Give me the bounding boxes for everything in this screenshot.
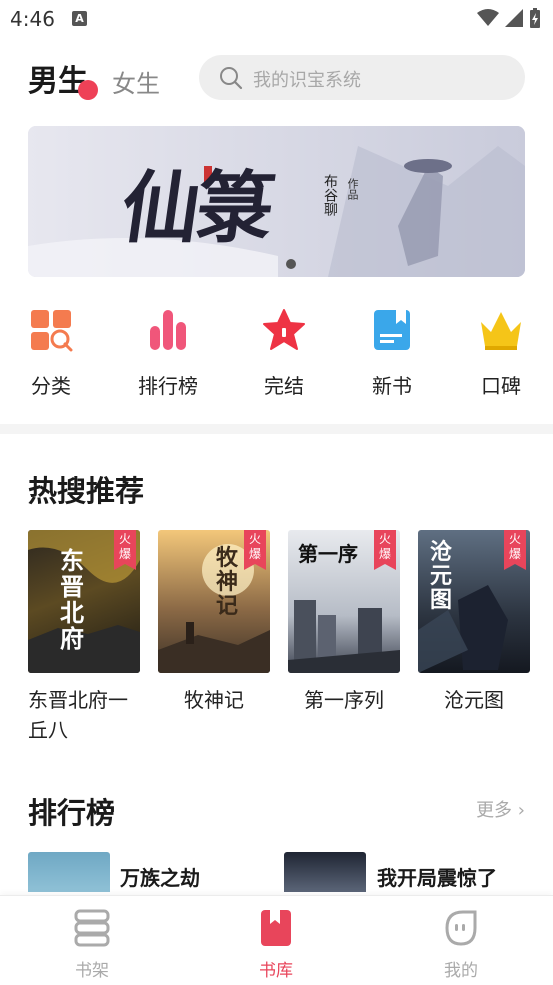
banner-page-indicator [286,259,296,269]
category-grid-icon [31,310,73,352]
cover-title: 沧元图 [430,539,453,613]
book-cover: 牧神记 火爆 [158,530,270,673]
more-label: 更多 [476,800,513,821]
book-title: 沧元图 [444,688,504,712]
category-row: 分类 排行榜 完结 新书 口碑 [0,308,553,400]
book-card[interactable]: 牧神记 火爆 牧神记 [158,530,270,715]
status-icons [477,8,541,28]
book-card[interactable]: 沧元图 火爆 沧元图 [418,530,530,715]
cover-title: 牧神记 [216,545,239,619]
nav-bookshelf[interactable]: 书架 [42,908,142,981]
section-divider [0,424,553,434]
ranking-cover [28,852,110,892]
promo-banner[interactable]: 仙箓 布谷聊 作品 [28,126,525,277]
nav-library[interactable]: 书库 [226,908,326,981]
book-cover: 沧元图 火爆 [418,530,530,673]
new-book-icon [374,310,410,350]
search-icon [220,67,243,90]
category-label: 完结 [264,374,304,398]
nav-label: 我的 [444,961,478,981]
book-title: 东晋北府一丘八 [28,688,128,742]
library-icon [261,910,291,946]
ranking-title: 排行榜 [28,796,116,830]
hot-search-title: 热搜推荐 [28,474,145,508]
battery-icon [530,8,540,28]
crown-icon [481,312,521,350]
ranking-bars-icon [150,310,186,350]
nav-profile[interactable]: 我的 [411,908,511,981]
nav-label: 书架 [75,961,109,981]
hot-tag: 火爆 [244,530,266,570]
category-finished[interactable]: 完结 [239,308,329,399]
cover-title: 东晋北府 [60,546,84,653]
cover-title: 第一序 [298,542,358,566]
category-label: 排行榜 [138,374,198,398]
category-label: 新书 [372,374,412,398]
banner-author-suffix: 作品 [346,178,359,200]
category-label: 分类 [31,374,71,398]
ranking-item-title: 万族之劫 [120,866,200,890]
active-tab-dot [78,80,98,100]
ranking-item[interactable]: 我开局震惊了 [284,852,544,892]
category-classify[interactable]: 分类 [6,308,96,399]
book-title: 第一序列 [304,688,384,712]
book-card[interactable]: 第一序 火爆 第一序列 [288,530,400,715]
search-bar[interactable]: 我的识宝系统 [199,55,525,100]
notification-icon: A [72,11,87,26]
hot-tag: 火爆 [504,530,526,570]
status-time: 4:46 [10,7,55,31]
category-label: 口碑 [481,374,521,398]
nav-label: 书库 [259,961,293,981]
signal-icon [505,9,523,27]
hot-tag: 火爆 [114,530,136,570]
book-card[interactable]: 东晋北府 火爆 东晋北府一丘八 [28,530,140,745]
book-cover: 第一序 火爆 [288,530,400,673]
tab-female[interactable]: 女生 [112,64,160,99]
banner-title: 仙箓 [115,163,277,254]
top-header: 男生 女生 我的识宝系统 [0,40,553,116]
wifi-icon [477,9,499,26]
ranking-item-title: 我开局震惊了 [377,866,497,890]
category-reputation[interactable]: 口碑 [456,308,546,399]
ranking-cover [284,852,366,892]
book-title: 牧神记 [184,688,244,712]
book-cover: 东晋北府 火爆 [28,530,140,673]
hot-tag: 火爆 [374,530,396,570]
ranking-item[interactable]: 万族之劫 [28,852,268,892]
profile-icon [445,910,477,946]
bookshelf-icon [74,909,110,947]
banner-author: 布谷聊 [322,174,338,216]
more-link[interactable]: 更多 › [476,796,525,822]
bottom-nav: 书架 书库 我的 [0,895,553,985]
category-ranking[interactable]: 排行榜 [123,308,213,399]
status-bar: 4:46 A [0,0,553,38]
chevron-right-icon: › [517,800,525,821]
category-new-book[interactable]: 新书 [347,308,437,399]
star-icon [263,309,305,350]
search-placeholder: 我的识宝系统 [253,70,361,91]
